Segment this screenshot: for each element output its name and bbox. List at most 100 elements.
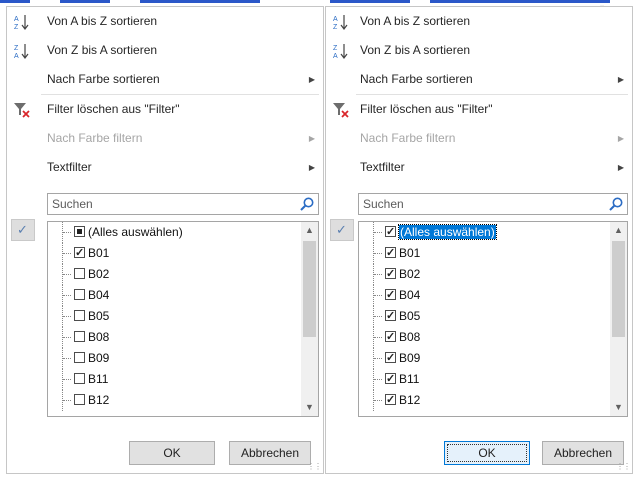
menu-sort-az[interactable]: A Z Von A bis Z sortieren: [326, 7, 632, 36]
tree-connector: [373, 306, 383, 327]
scroll-down-icon[interactable]: ▼: [301, 399, 318, 416]
list-item[interactable]: B05: [48, 306, 318, 327]
item-checkbox[interactable]: [385, 369, 396, 390]
clear-filter-icon: [14, 103, 30, 118]
search-icon[interactable]: [608, 196, 624, 212]
list-item[interactable]: B02: [48, 264, 318, 285]
item-label: B01: [399, 246, 421, 260]
scroll-thumb[interactable]: [612, 241, 625, 337]
item-checkbox[interactable]: [385, 264, 396, 285]
scrollbar[interactable]: ▲ ▼: [301, 222, 318, 416]
cancel-button[interactable]: Abbrechen: [229, 441, 311, 465]
menu-label: Von A bis Z sortieren: [360, 14, 471, 28]
item-checkbox[interactable]: [74, 331, 85, 342]
list-item[interactable]: B01: [48, 243, 318, 264]
item-checkbox[interactable]: [74, 310, 85, 321]
tree-connector: [373, 327, 383, 348]
tree-connector: [373, 348, 383, 369]
item-checkbox[interactable]: [74, 289, 85, 300]
tree-connector: [62, 264, 72, 285]
ok-button[interactable]: OK: [129, 441, 215, 465]
menu-sort-by-color[interactable]: Nach Farbe sortieren ▶: [326, 65, 632, 94]
menu-sort-az[interactable]: A Z Von A bis Z sortieren: [7, 7, 323, 36]
value-rows: (Alles auswählen) B01 B02 B04 B05 B08 B09 B11 B1…: [48, 222, 318, 411]
ok-button[interactable]: OK: [444, 441, 530, 465]
list-item[interactable]: B04: [48, 285, 318, 306]
search-icon[interactable]: [299, 196, 315, 212]
list-item[interactable]: B02: [359, 264, 627, 285]
list-item[interactable]: B09: [48, 348, 318, 369]
filter-dropdown-right: A Z Von A bis Z sortieren Z A Von Z bis …: [325, 6, 633, 474]
menu-sort-za[interactable]: Z A Von Z bis A sortieren: [326, 36, 632, 65]
menu-label: Nach Farbe filtern: [47, 131, 143, 145]
menu-label: Nach Farbe sortieren: [360, 72, 473, 86]
item-label: B04: [399, 288, 421, 302]
list-item[interactable]: B11: [359, 369, 627, 390]
item-label: B09: [88, 351, 110, 365]
tree-connector: [62, 306, 72, 327]
item-checkbox[interactable]: [74, 373, 85, 384]
menu-label: Von Z bis A sortieren: [47, 43, 158, 57]
list-item[interactable]: B11: [48, 369, 318, 390]
item-checkbox[interactable]: [385, 327, 396, 348]
svg-text:Z: Z: [333, 24, 338, 31]
submenu-arrow-icon: ▶: [617, 163, 624, 172]
tree-connector: [62, 390, 72, 411]
submenu-arrow-icon: ▶: [308, 163, 315, 172]
scrollbar[interactable]: ▲ ▼: [610, 222, 627, 416]
item-checkbox[interactable]: [385, 285, 396, 306]
list-item[interactable]: B09: [359, 348, 627, 369]
tree-connector: [62, 327, 72, 348]
item-checkbox[interactable]: [385, 306, 396, 327]
filter-menu: A Z Von A bis Z sortieren Z A Von Z bis …: [326, 7, 632, 182]
scroll-up-icon[interactable]: ▲: [610, 222, 627, 239]
menu-label: Filter löschen aus "Filter": [360, 102, 493, 116]
sort-za-icon: Z A: [14, 44, 29, 60]
value-list[interactable]: (Alles auswählen) B01 B02 B04 B05 B08 B09 B11 B1…: [47, 221, 319, 417]
item-label: B05: [399, 309, 421, 323]
menu-text-filter[interactable]: Textfilter ▶: [7, 153, 323, 182]
cancel-button[interactable]: Abbrechen: [542, 441, 624, 465]
scroll-thumb[interactable]: [303, 241, 316, 337]
menu-sort-by-color[interactable]: Nach Farbe sortieren ▶: [7, 65, 323, 94]
list-item[interactable]: B12: [359, 390, 627, 411]
scroll-down-icon[interactable]: ▼: [610, 399, 627, 416]
menu-clear-filter[interactable]: Filter löschen aus "Filter": [326, 95, 632, 124]
list-item[interactable]: B04: [359, 285, 627, 306]
item-checkbox[interactable]: [385, 243, 396, 264]
menu-sort-za[interactable]: Z A Von Z bis A sortieren: [7, 36, 323, 65]
item-label: B01: [88, 246, 110, 260]
sort-za-icon: Z A: [333, 44, 348, 60]
item-checkbox[interactable]: [74, 394, 85, 405]
list-item[interactable]: B12: [48, 390, 318, 411]
list-item[interactable]: B08: [48, 327, 318, 348]
item-label: B02: [399, 267, 421, 281]
tree-connector: [62, 222, 72, 243]
menu-clear-filter[interactable]: Filter löschen aus "Filter": [7, 95, 323, 124]
resize-grip-icon[interactable]: ⋮⋮: [307, 462, 322, 471]
submenu-arrow-icon: ▶: [617, 134, 624, 143]
menu-text-filter[interactable]: Textfilter ▶: [326, 153, 632, 182]
tree-connector: [373, 285, 383, 306]
item-checkbox[interactable]: [385, 222, 396, 243]
item-label: B05: [88, 309, 110, 323]
item-checkbox[interactable]: [74, 226, 85, 237]
item-checkbox[interactable]: [385, 348, 396, 369]
search-input[interactable]: Suchen: [358, 193, 628, 215]
item-checkbox[interactable]: [74, 268, 85, 279]
search-input[interactable]: Suchen: [47, 193, 319, 215]
sort-az-icon: A Z: [14, 15, 29, 31]
scroll-up-icon[interactable]: ▲: [301, 222, 318, 239]
resize-grip-icon[interactable]: ⋮⋮: [616, 462, 631, 471]
item-checkbox[interactable]: [385, 390, 396, 411]
item-checkbox[interactable]: [74, 352, 85, 363]
list-item[interactable]: (Alles auswählen): [359, 222, 627, 243]
list-item[interactable]: (Alles auswählen): [48, 222, 318, 243]
item-label: B09: [399, 351, 421, 365]
list-item[interactable]: B08: [359, 327, 627, 348]
filter-menu: A Z Von A bis Z sortieren Z A Von Z bis …: [7, 7, 323, 182]
list-item[interactable]: B05: [359, 306, 627, 327]
list-item[interactable]: B01: [359, 243, 627, 264]
item-checkbox[interactable]: [74, 243, 85, 264]
value-list[interactable]: (Alles auswählen) B01 B02 B04 B05 B08 B09 B11 B1…: [358, 221, 628, 417]
